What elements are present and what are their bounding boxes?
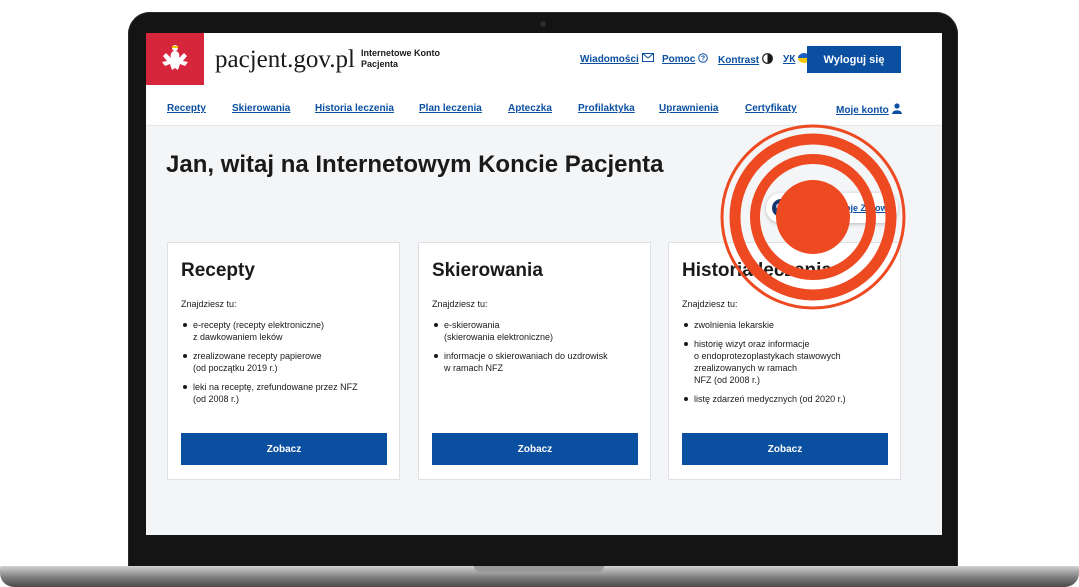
card-title: Recepty <box>181 260 255 281</box>
list-item: e-recepty (recepty elektroniczne) z dawk… <box>181 319 395 343</box>
nav-item-moje-konto[interactable]: Moje konto <box>836 103 902 117</box>
card-intro: Znajdziesz tu: <box>432 299 488 309</box>
card-intro: Znajdziesz tu: <box>682 299 738 309</box>
messages-label: Wiadomości <box>580 53 639 65</box>
language-label: УК <box>783 54 796 65</box>
nav-item-recepty[interactable]: Recepty <box>167 103 206 114</box>
main-nav: Recepty Skierowania Historia leczenia Pl… <box>146 93 942 126</box>
nav-item-profilaktyka[interactable]: Profilaktyka <box>578 103 635 114</box>
list-item: zrealizowane recepty papierowe (od począ… <box>181 350 395 374</box>
nav-item-skierowania[interactable]: Skierowania <box>232 103 290 114</box>
program-moje-zdrowie-button[interactable]: Program Moje Zdrowie <box>766 193 898 223</box>
question-circle-icon: ? <box>698 53 709 66</box>
site-name[interactable]: pacjent.gov.pl <box>215 46 355 74</box>
card-title: Skierowania <box>432 260 543 281</box>
list-item: listę zdarzeń medycznych (od 2020 r.) <box>682 393 896 405</box>
zobacz-historia-button[interactable]: Zobacz <box>682 433 888 465</box>
list-item: historię wizyt oraz informacje o endopro… <box>682 338 896 386</box>
card-title: Historia leczenia <box>682 260 832 281</box>
list-item: informacje o skierowaniach do uzdrowisk … <box>432 350 646 374</box>
card-skierowania: Skierowania Znajdziesz tu: e-skierowania… <box>418 242 651 480</box>
emblem-icon[interactable] <box>146 33 204 85</box>
logout-button[interactable]: Wyloguj się <box>807 46 901 73</box>
svg-text:?: ? <box>701 56 705 63</box>
card-list: e-recepty (recepty elektroniczne) z dawk… <box>181 319 395 412</box>
browser-screen: pacjent.gov.pl Internetowe Konto Pacjent… <box>146 33 942 535</box>
nav-item-historia-leczenia[interactable]: Historia leczenia <box>315 103 394 114</box>
nav-item-apteczka[interactable]: Apteczka <box>508 103 552 114</box>
contrast-circle-icon <box>762 53 774 67</box>
site-subtitle: Internetowe Konto Pacjenta <box>361 48 440 69</box>
list-item: leki na receptę, zrefundowane przez NFZ … <box>181 381 395 405</box>
site-header: pacjent.gov.pl Internetowe Konto Pacjent… <box>146 33 942 93</box>
account-label: Moje konto <box>836 104 889 116</box>
page-title: Jan, witaj na Internetowym Koncie Pacjen… <box>166 151 664 178</box>
card-recepty: Recepty Znajdziesz tu: e-recepty (recept… <box>167 242 400 480</box>
list-item: e-skierowania (skierowania elektroniczne… <box>432 319 646 343</box>
card-list: zwolnienia lekarskie historię wizyt oraz… <box>682 319 896 412</box>
envelope-icon <box>641 53 654 65</box>
nav-item-certyfikaty[interactable]: Certyfikaty <box>745 103 797 114</box>
heart-icon <box>772 199 790 217</box>
webcam <box>540 21 546 27</box>
zobacz-recepty-button[interactable]: Zobacz <box>181 433 387 465</box>
list-item: zwolnienia lekarskie <box>682 319 896 331</box>
contrast-link[interactable]: Kontrast <box>718 53 774 67</box>
laptop-base-notch <box>474 566 604 572</box>
help-label: Pomoc <box>662 54 696 65</box>
program-link-label: Program Moje Zdrowie <box>798 203 896 213</box>
card-historia-leczenia: Historia leczenia Znajdziesz tu: zwolnie… <box>668 242 901 480</box>
nav-item-plan-leczenia[interactable]: Plan leczenia <box>419 103 482 114</box>
messages-link[interactable]: Wiadomości <box>580 53 654 65</box>
contrast-label: Kontrast <box>718 54 760 66</box>
nav-item-uprawnienia[interactable]: Uprawnienia <box>659 103 718 114</box>
laptop-base <box>0 566 1079 587</box>
user-icon <box>891 103 902 117</box>
zobacz-skierowania-button[interactable]: Zobacz <box>432 433 638 465</box>
card-intro: Znajdziesz tu: <box>181 299 237 309</box>
card-list: e-skierowania (skierowania elektroniczne… <box>432 319 646 381</box>
help-link[interactable]: Pomoc ? <box>662 53 709 66</box>
